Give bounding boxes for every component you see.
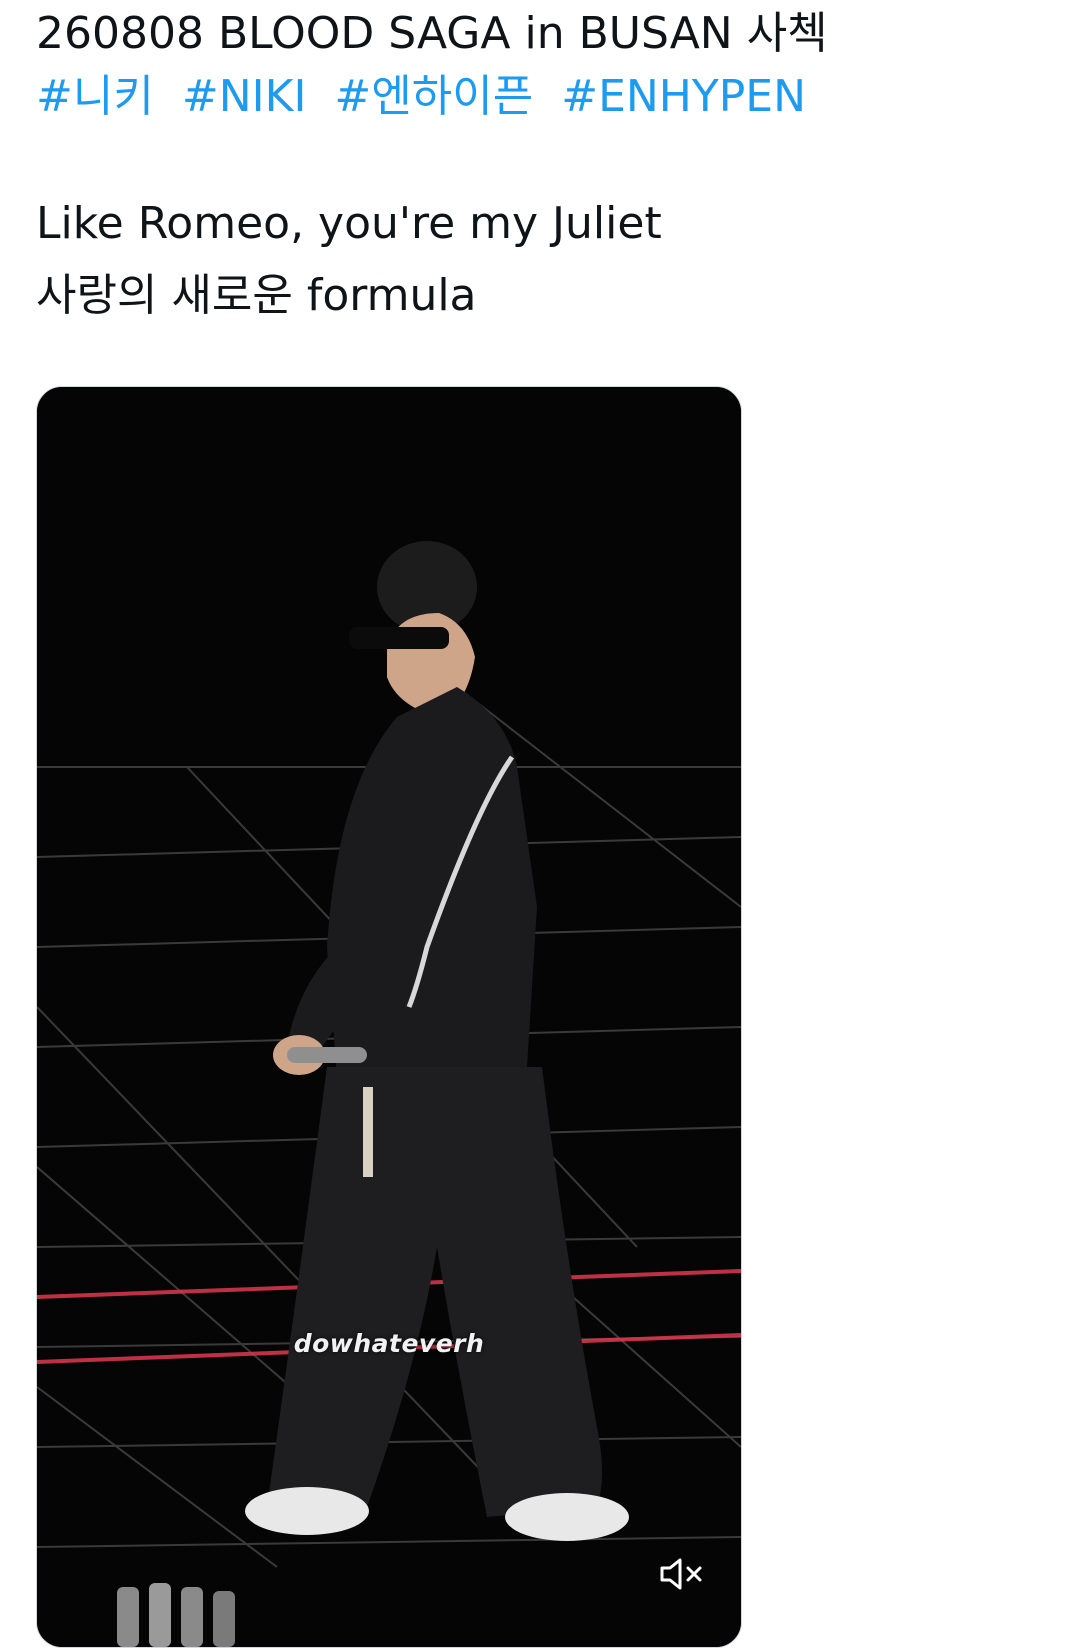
hashtag-link[interactable]: #ENHYPEN — [561, 71, 806, 122]
hashtag-link[interactable]: #엔하이픈 — [334, 71, 533, 122]
lyric-line: Like Romeo, you're my Juliet — [36, 198, 662, 249]
hashtag-row: #니키 #NIKI #엔하이픈 #ENHYPEN — [36, 62, 1036, 132]
tweet-text: 260808 BLOOD SAGA in BUSAN 사첵 #니키 #NIKI … — [36, 0, 1036, 332]
tweet-title: 260808 BLOOD SAGA in BUSAN 사첵 — [36, 8, 828, 59]
speaker-muted-icon — [660, 1558, 702, 1590]
video-frame — [37, 387, 741, 1647]
video-player[interactable]: dowhateverh — [36, 386, 742, 1648]
hashtag-link[interactable]: #NIKI — [182, 71, 307, 122]
lyric-line: 사랑의 새로운 formula — [36, 270, 477, 321]
mute-button[interactable] — [653, 1549, 711, 1599]
video-watermark: dowhateverh — [293, 1329, 485, 1358]
hashtag-link[interactable]: #니키 — [36, 71, 154, 122]
